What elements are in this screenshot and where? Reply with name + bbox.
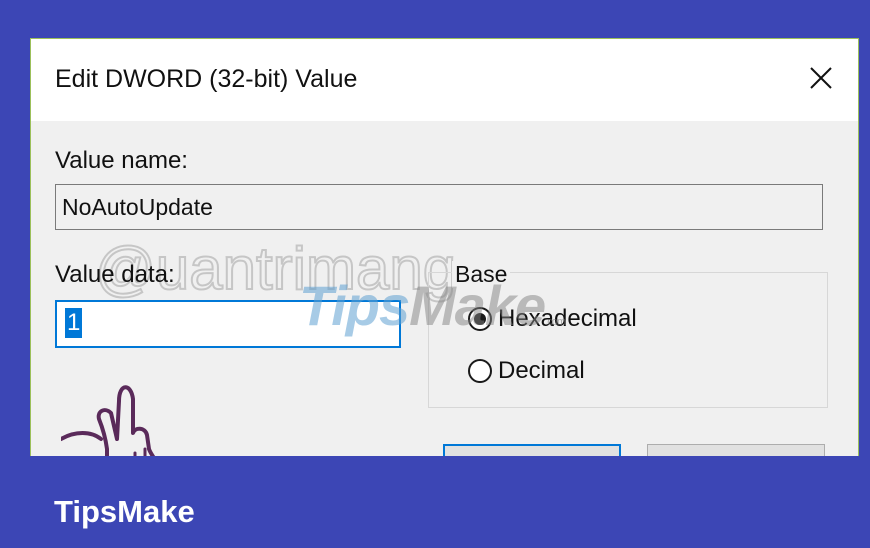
value-name-field[interactable] [55, 184, 823, 230]
pointing-hand-icon [61, 385, 156, 457]
base-label: Base [452, 261, 511, 288]
value-name-label: Value name: [55, 147, 188, 174]
value-data-field[interactable]: 1 [55, 300, 401, 348]
base-group-box [428, 272, 828, 408]
radio-hexadecimal-label: Hexadecimal [498, 305, 637, 332]
radio-decimal[interactable]: Decimal [468, 357, 585, 385]
radio-hexadecimal[interactable]: Hexadecimal [468, 305, 637, 333]
dialog-title: Edit DWORD (32-bit) Value [55, 65, 358, 93]
value-data-label: Value data: [55, 261, 175, 288]
banner-brand: TipsMake [54, 494, 195, 529]
background-frame [0, 0, 870, 20]
close-icon [810, 67, 832, 89]
close-button[interactable] [798, 55, 844, 101]
radio-unselected-icon [468, 359, 492, 383]
radio-selected-icon [468, 307, 492, 331]
edit-dword-dialog: Edit DWORD (32-bit) Value Value name: @u… [30, 38, 859, 457]
radio-decimal-label: Decimal [498, 357, 585, 384]
title-bar: Edit DWORD (32-bit) Value [31, 39, 858, 121]
value-data-selected-text: 1 [65, 308, 83, 338]
footer-banner: TipsMake [0, 456, 870, 548]
